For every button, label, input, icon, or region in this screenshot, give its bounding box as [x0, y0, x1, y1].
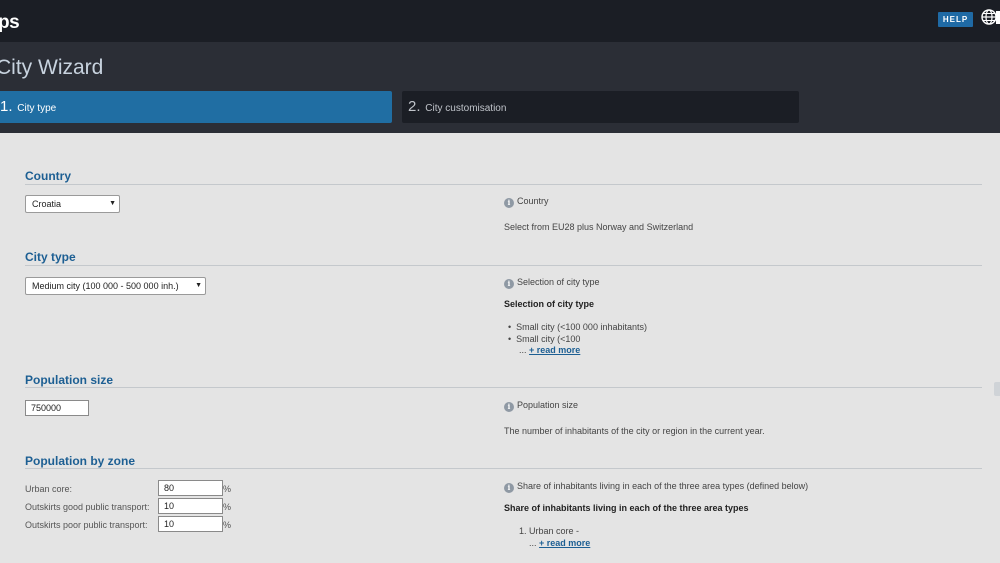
section-title-city-type: City type — [25, 250, 76, 264]
list-item: Small city (<100 000 inhabitants) — [508, 321, 647, 333]
city-type-select-value: Medium city (100 000 - 500 000 inh.) — [32, 281, 179, 291]
info-title: Population size — [517, 400, 579, 410]
outskirts-good-transport-input[interactable]: 10 — [158, 498, 223, 514]
city-type-help-heading: Selection of city type — [504, 299, 595, 309]
tab-city-customisation[interactable]: 2. City customisation — [402, 91, 799, 123]
step-label: City customisation — [425, 103, 507, 114]
side-panel-handle[interactable] — [994, 382, 1000, 396]
info-icon[interactable]: i — [504, 483, 514, 493]
language-selector-edge[interactable] — [996, 11, 1000, 24]
country-help-text: Select from EU28 plus Norway and Switzer… — [504, 222, 694, 232]
info-title: Share of inhabitants living in each of t… — [517, 481, 809, 491]
info-title: Country — [517, 196, 549, 206]
divider — [25, 265, 982, 266]
help-button[interactable]: HELP — [938, 12, 973, 27]
zone-label-urban-core: Urban core: — [25, 484, 73, 494]
city-type-more: ... + read more — [519, 345, 580, 355]
ellipsis: ... — [519, 345, 527, 355]
divider — [25, 184, 982, 185]
city-type-info: i Selection of city type — [504, 276, 600, 289]
step-number: 2. — [408, 98, 421, 115]
section-title-population-size: Population size — [25, 373, 114, 387]
section-title-population-by-zone: Population by zone — [25, 454, 135, 468]
info-title: Selection of city type — [517, 277, 600, 287]
app-logo[interactable]: ps — [0, 12, 20, 34]
dropdown-arrow-icon: ▼ — [195, 282, 202, 289]
percent-unit: % — [223, 520, 232, 530]
country-select-value: Croatia — [32, 199, 62, 209]
read-more-link[interactable]: + read more — [539, 538, 590, 548]
city-type-select[interactable]: Medium city (100 000 - 500 000 inh.) ▼ — [25, 277, 206, 295]
list-item: Small city (<100 — [508, 333, 647, 345]
urban-core-input[interactable]: 80 — [158, 480, 223, 496]
step-number: 1. — [0, 98, 13, 115]
dropdown-arrow-icon: ▼ — [109, 200, 116, 207]
country-select[interactable]: Croatia ▼ — [25, 195, 120, 213]
outskirts-poor-transport-input[interactable]: 10 — [158, 516, 223, 532]
country-info: i Country — [504, 195, 549, 208]
population-by-zone-info: i Share of inhabitants living in each of … — [504, 480, 808, 493]
list-item: 1. Urban core - — [519, 526, 580, 536]
info-icon[interactable]: i — [504, 198, 514, 208]
page-title: City Wizard — [0, 56, 104, 79]
info-icon[interactable]: i — [504, 279, 514, 289]
percent-unit: % — [223, 502, 232, 512]
city-type-list: Small city (<100 000 inhabitants) Small … — [508, 321, 647, 345]
ellipsis: ... — [529, 538, 537, 548]
tab-city-type[interactable]: 1. City type — [0, 91, 392, 123]
population-size-help-text: The number of inhabitants of the city or… — [504, 426, 765, 436]
step-label: City type — [17, 103, 57, 114]
zone-label-outskirts-good: Outskirts good public transport: — [25, 502, 150, 512]
population-by-zone-help-heading: Share of inhabitants living in each of t… — [504, 503, 749, 513]
percent-unit: % — [223, 484, 232, 494]
globe-icon[interactable] — [981, 9, 997, 25]
population-by-zone-more: ... + read more — [529, 538, 590, 548]
population-size-info: i Population size — [504, 399, 578, 412]
info-icon[interactable]: i — [504, 402, 514, 412]
read-more-link[interactable]: + read more — [529, 345, 580, 355]
divider — [25, 468, 982, 469]
divider — [25, 387, 982, 388]
population-size-input[interactable]: 750000 — [25, 400, 89, 416]
top-bar: ps HELP — [0, 0, 1000, 42]
section-title-country: Country — [25, 169, 71, 183]
zone-label-outskirts-poor: Outskirts poor public transport: — [25, 520, 148, 530]
